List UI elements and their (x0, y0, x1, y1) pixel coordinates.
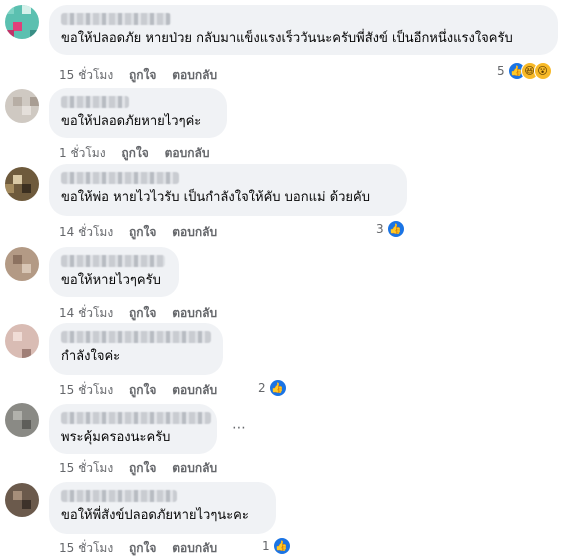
commenter-avatar[interactable] (5, 89, 39, 123)
comment-meta: 1 ชั่วโมง ถูกใจ ตอบกลับ (59, 144, 221, 163)
comment-bubble: กำลังใจค่ะ (49, 323, 223, 375)
comment-meta: 15 ชั่วโมง ถูกใจ ตอบกลับ (59, 539, 229, 558)
commenter-avatar[interactable] (5, 324, 39, 358)
commenter-avatar[interactable] (5, 5, 39, 39)
comment-time[interactable]: 14 ชั่วโมง (59, 306, 113, 320)
like-link[interactable]: ถูกใจ (129, 306, 156, 320)
commenter-name-blurred[interactable] (61, 96, 129, 108)
comment-text: ขอให้พี่สังข์ปลอดภัยหายไวๆนะคะ (61, 508, 249, 523)
commenter-name-blurred[interactable] (61, 13, 171, 25)
reply-link[interactable]: ตอบกลับ (172, 225, 217, 239)
comment-text: ขอให้พ่อ หายไวไวรับ เป็นกำลังใจให้คับ บอ… (61, 190, 370, 205)
like-link[interactable]: ถูกใจ (129, 383, 156, 397)
comment-bubble: ขอให้หายไวๆครับ (49, 247, 179, 297)
comment-meta: 14 ชั่วโมง ถูกใจ ตอบกลับ (59, 223, 229, 242)
comment-time[interactable]: 14 ชั่วโมง (59, 225, 113, 239)
reply-link[interactable]: ตอบกลับ (172, 68, 217, 82)
comment-text: ขอให้ปลอดภัยหายไวๆค่ะ (61, 114, 202, 129)
more-options-icon[interactable]: ⋯ (232, 420, 247, 436)
like-reaction-icon: 👍 (268, 379, 287, 397)
reply-link[interactable]: ตอบกลับ (172, 383, 217, 397)
comment-meta: 14 ชั่วโมง ถูกใจ ตอบกลับ (59, 304, 229, 323)
comment-bubble: ขอให้พี่สังข์ปลอดภัยหายไวๆนะคะ (49, 482, 276, 534)
comment-time[interactable]: 15 ชั่วโมง (59, 461, 113, 475)
reaction-count: 1 (262, 539, 270, 553)
commenter-name-blurred[interactable] (61, 412, 211, 424)
reaction-count: 5 (497, 64, 505, 78)
like-reaction-icon: 👍 (386, 220, 405, 238)
reaction-summary[interactable]: 1 👍 (262, 537, 291, 555)
like-link[interactable]: ถูกใจ (129, 225, 156, 239)
reply-link[interactable]: ตอบกลับ (172, 306, 217, 320)
comment-meta: 15 ชั่วโมง ถูกใจ ตอบกลับ (59, 381, 229, 400)
commenter-name-blurred[interactable] (61, 172, 179, 184)
like-link[interactable]: ถูกใจ (121, 146, 148, 160)
comment-text: ขอให้ปลอดภัย หายป่วย กลับมาแข็งแรงเร็ววั… (61, 31, 513, 46)
like-link[interactable]: ถูกใจ (129, 461, 156, 475)
comment-bubble: ขอให้พ่อ หายไวไวรับ เป็นกำลังใจให้คับ บอ… (49, 164, 407, 216)
like-reaction-icon: 👍 (272, 537, 291, 555)
commenter-name-blurred[interactable] (61, 490, 177, 502)
like-link[interactable]: ถูกใจ (129, 541, 156, 555)
reaction-count: 2 (258, 381, 266, 395)
comment-time[interactable]: 15 ชั่วโมง (59, 68, 113, 82)
reply-link[interactable]: ตอบกลับ (165, 146, 210, 160)
commenter-avatar[interactable] (5, 167, 39, 201)
reaction-count: 3 (376, 222, 384, 236)
reply-link[interactable]: ตอบกลับ (172, 461, 217, 475)
comment-bubble: พระคุ้มครองนะครับ (49, 404, 217, 454)
reaction-summary[interactable]: 5 👍 😆 😮 (497, 62, 552, 80)
commenter-name-blurred[interactable] (61, 255, 165, 267)
comment-text: พระคุ้มครองนะครับ (61, 430, 171, 445)
comment-bubble: ขอให้ปลอดภัยหายไวๆค่ะ (49, 88, 227, 138)
commenter-avatar[interactable] (5, 247, 39, 281)
comment-text: ขอให้หายไวๆครับ (61, 273, 161, 288)
commenter-name-blurred[interactable] (61, 331, 211, 343)
commenter-avatar[interactable] (5, 403, 39, 437)
comment-time[interactable]: 15 ชั่วโมง (59, 541, 113, 555)
reaction-summary[interactable]: 2 👍 (258, 379, 287, 397)
reply-link[interactable]: ตอบกลับ (172, 541, 217, 555)
reaction-summary[interactable]: 3 👍 (376, 220, 405, 238)
comment-time[interactable]: 15 ชั่วโมง (59, 383, 113, 397)
comment-meta: 15 ชั่วโมง ถูกใจ ตอบกลับ (59, 459, 229, 478)
like-link[interactable]: ถูกใจ (129, 68, 156, 82)
comment-text: กำลังใจค่ะ (61, 349, 121, 364)
wow-reaction-icon: 😮 (533, 62, 552, 80)
comment-bubble: ขอให้ปลอดภัย หายป่วย กลับมาแข็งแรงเร็ววั… (49, 5, 558, 55)
commenter-avatar[interactable] (5, 483, 39, 517)
comment-time[interactable]: 1 ชั่วโมง (59, 146, 106, 160)
comment-meta: 15 ชั่วโมง ถูกใจ ตอบกลับ (59, 66, 229, 85)
